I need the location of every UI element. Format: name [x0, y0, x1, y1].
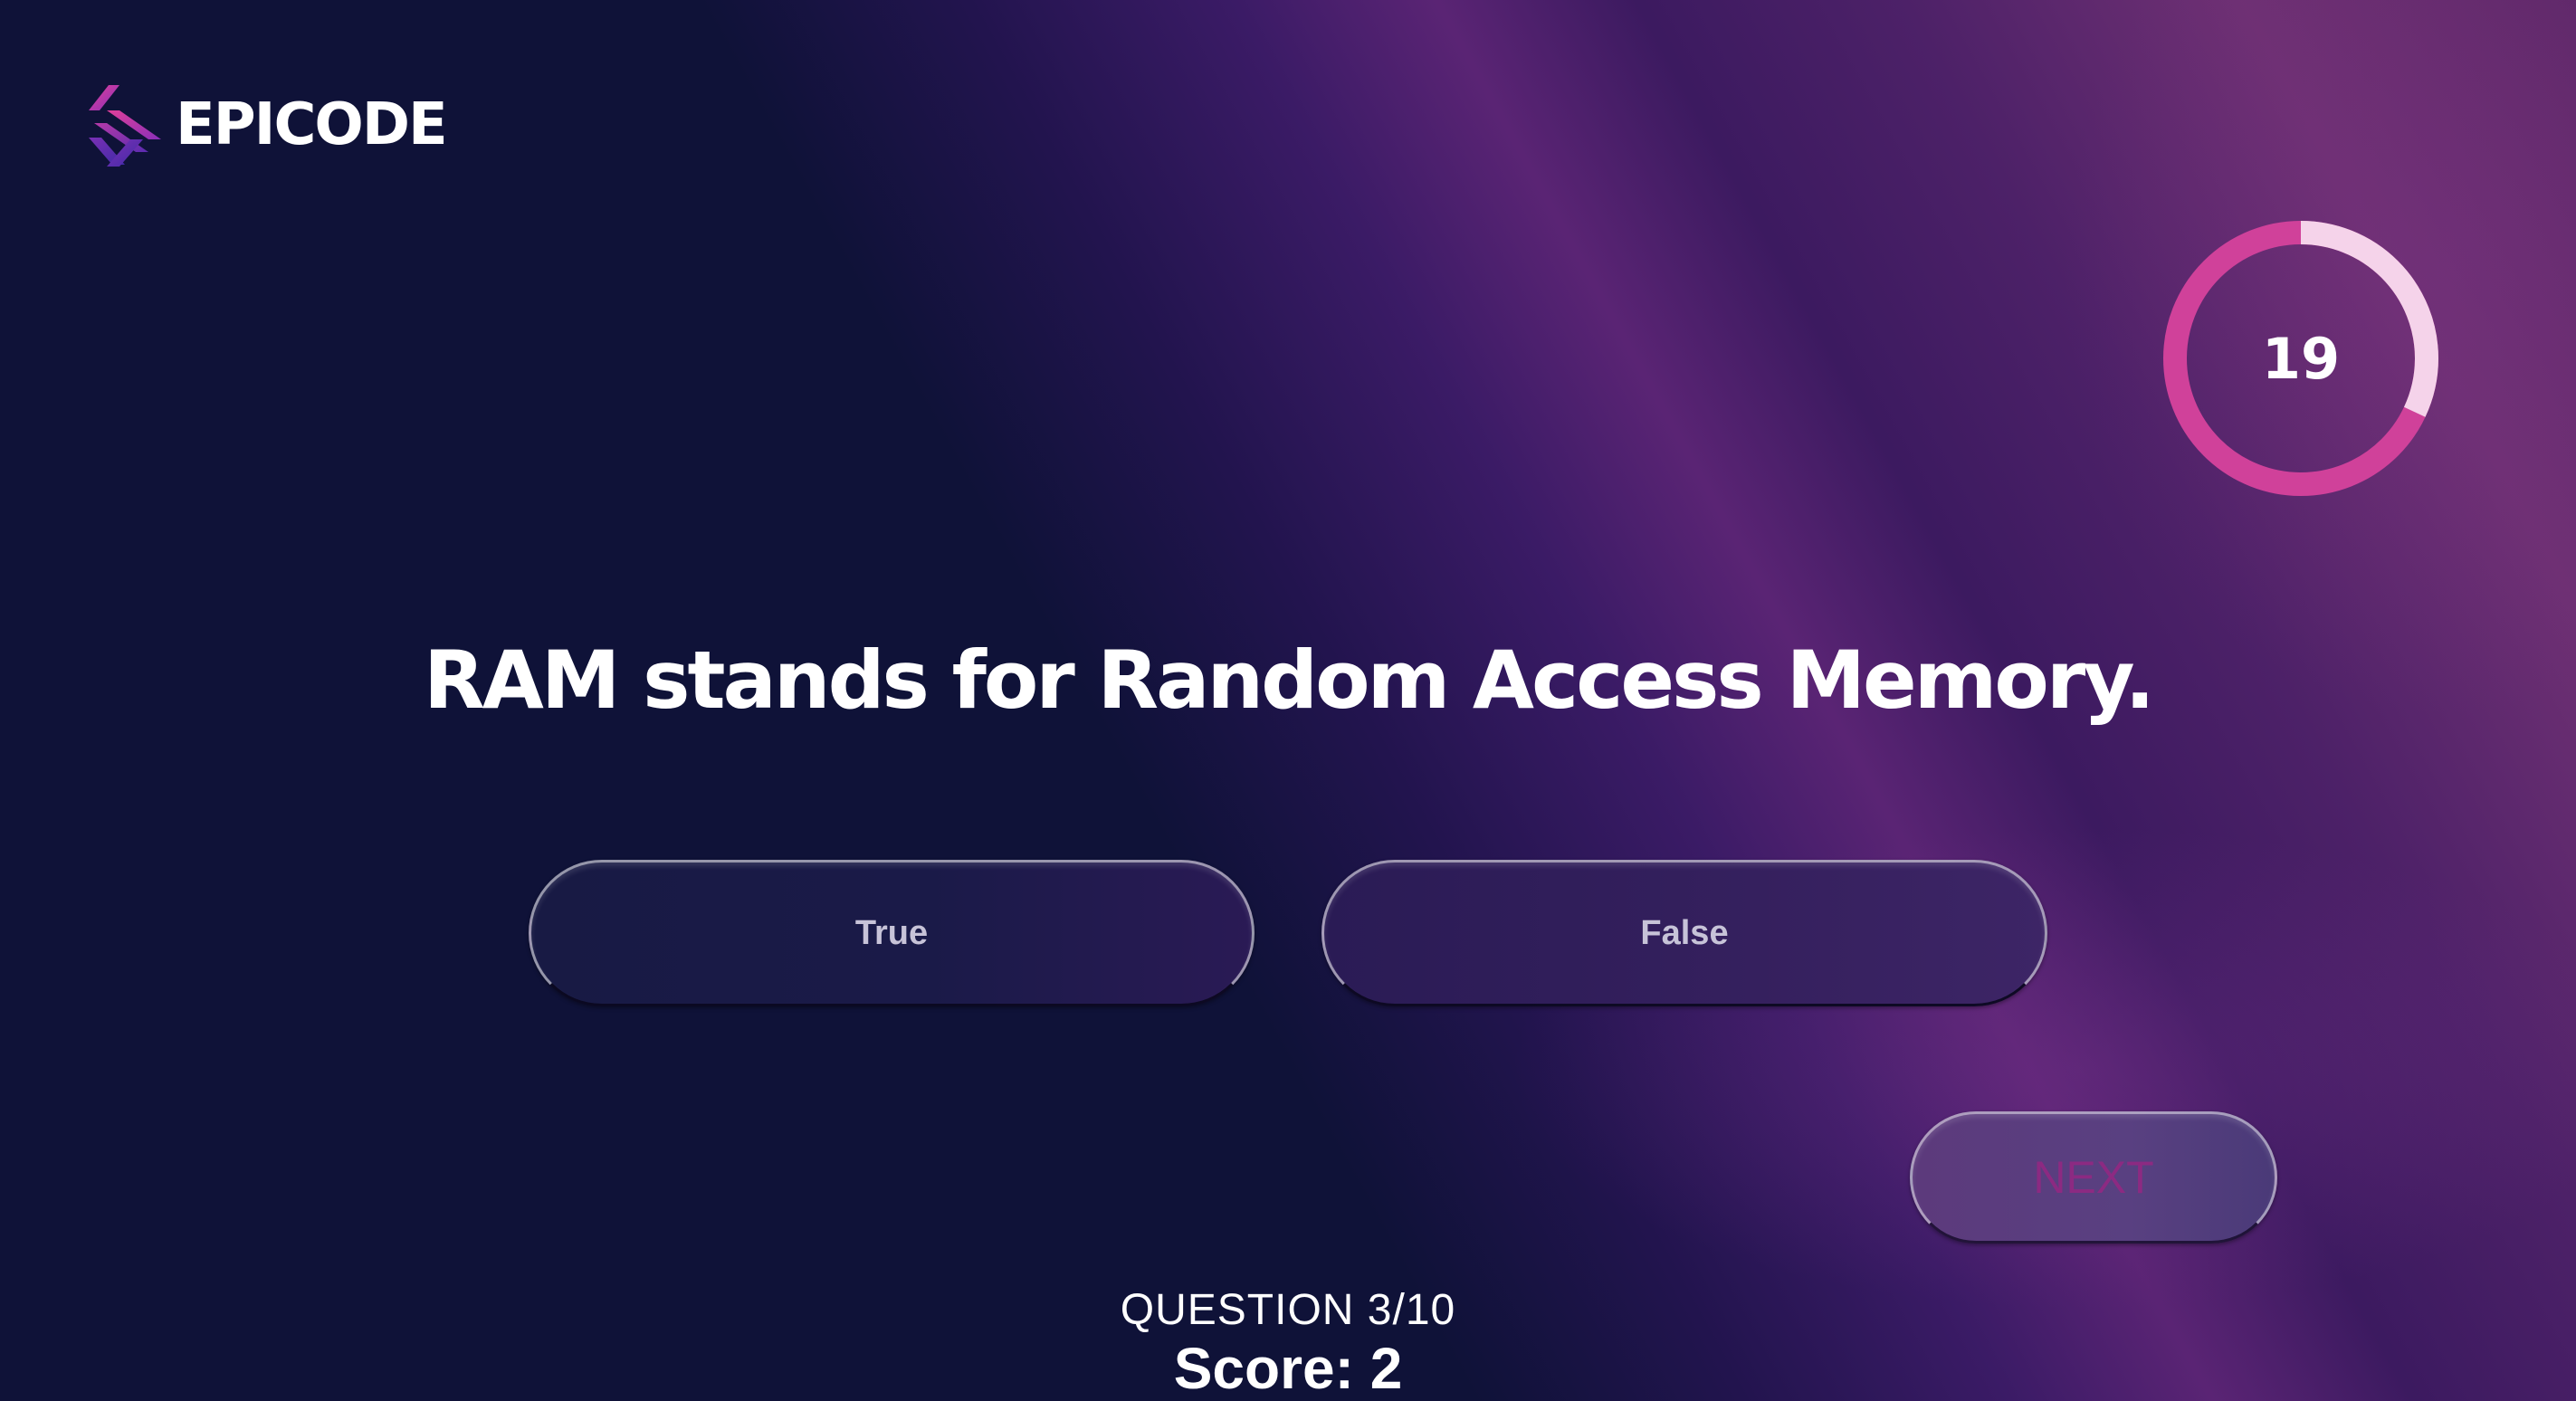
- score-value: 2: [1369, 1336, 1403, 1401]
- brand-logo: EPICODE: [89, 83, 448, 167]
- question-total: 10: [1405, 1286, 1456, 1334]
- score-label: Score:: [1173, 1336, 1354, 1401]
- question-text: RAM stands for Random Access Memory.: [424, 634, 2155, 727]
- timer-seconds: 19: [2261, 325, 2341, 392]
- question-current: 3: [1367, 1286, 1393, 1334]
- score-display: Score: 2: [0, 1336, 2576, 1401]
- next-button[interactable]: NEXT: [1910, 1111, 2277, 1244]
- countdown-timer: 19: [2158, 215, 2444, 501]
- answer-false-button[interactable]: False: [1321, 860, 2047, 1006]
- quiz-footer: QUESTION 3/10 Score: 2: [0, 1285, 2576, 1401]
- answer-true-button[interactable]: True: [529, 860, 1255, 1006]
- question-counter-label: QUESTION: [1120, 1286, 1355, 1334]
- epicode-logo-icon: [89, 85, 161, 167]
- question-counter: QUESTION 3/10: [0, 1285, 2576, 1336]
- question-separator: /: [1392, 1286, 1406, 1334]
- brand-name: EPICODE: [176, 91, 448, 158]
